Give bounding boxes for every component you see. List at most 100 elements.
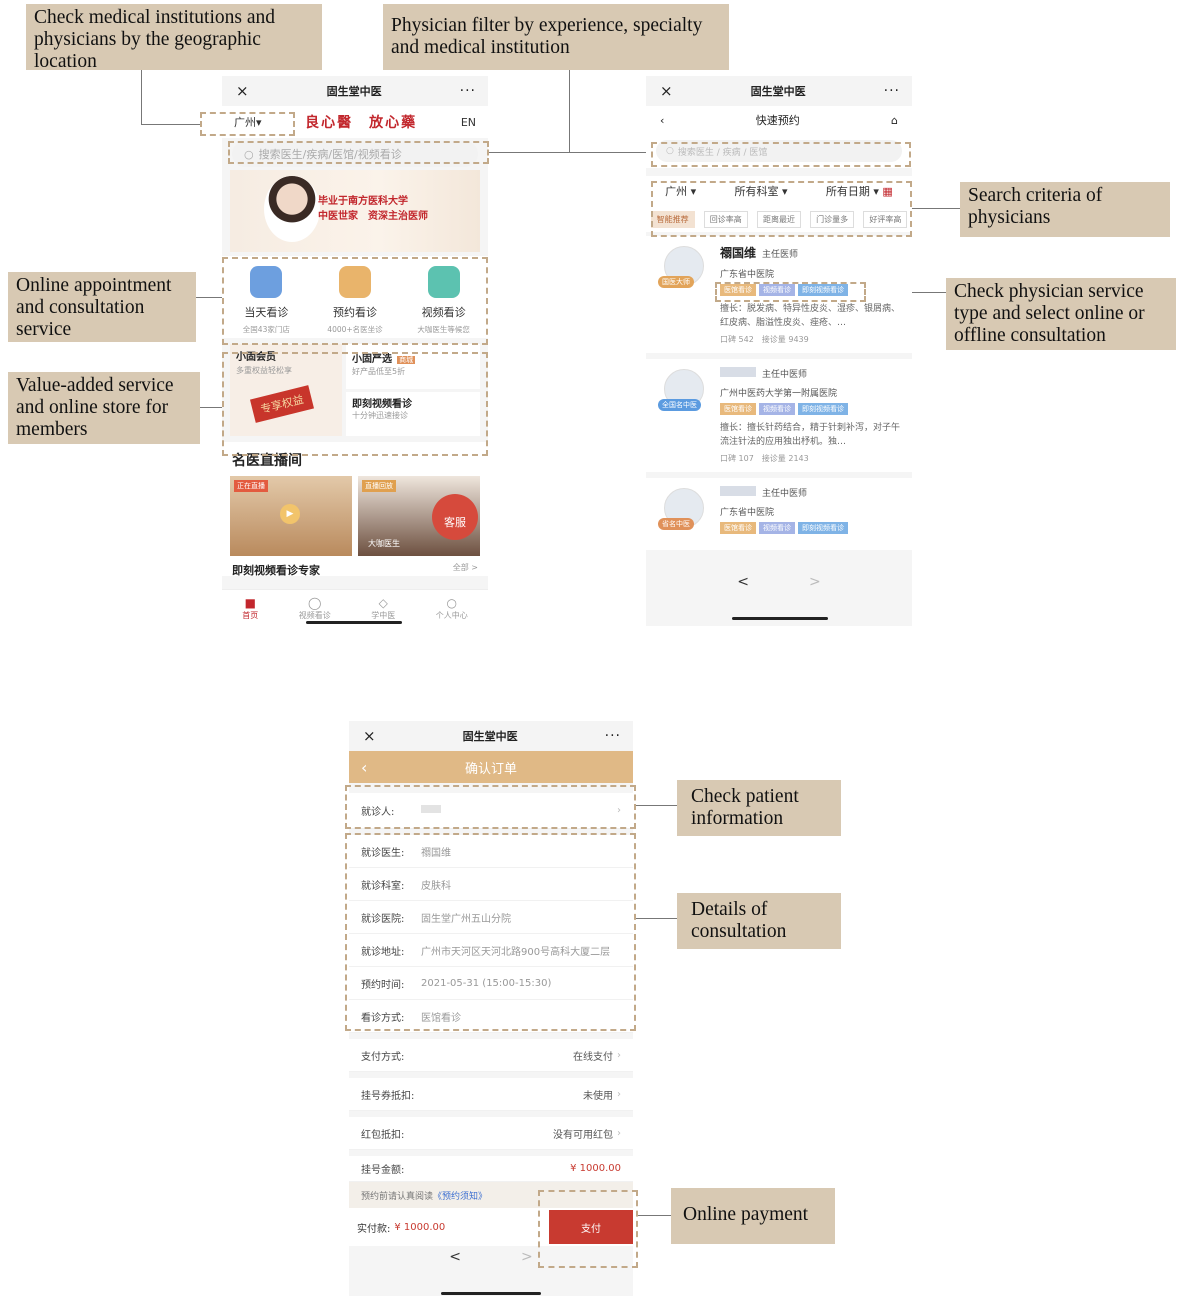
paid-value: ¥ 1000.00 <box>394 1221 446 1233</box>
prev-button[interactable]: < <box>737 574 749 590</box>
highlight-patient <box>345 785 636 829</box>
home-indicator <box>441 1292 541 1295</box>
doctor-stats: 口碑 107 接诊量 2143 <box>720 454 809 463</box>
tab-profile[interactable]: ○ 个人中心 <box>436 596 468 621</box>
redpacket-row[interactable]: 红包抵扣: 没有可用红包 › <box>349 1117 633 1150</box>
home-indicator <box>732 617 828 620</box>
doctor-badge: 国医大师 <box>658 276 694 288</box>
highlight-member <box>222 352 488 456</box>
replay-badge: 直播回放 <box>362 480 396 492</box>
more-icon[interactable]: ··· <box>605 728 621 744</box>
callout-patient: Check patient information <box>677 780 841 836</box>
doctor-specialty: 擅长：擅长针药结合，精于针刺补泻，对子午流注针法的应用独出杼机。独… <box>720 423 901 447</box>
doctor-name-redacted <box>720 486 756 496</box>
callout-value-added-text: Value-added service and online store for… <box>16 375 174 440</box>
order-header: ‹ 确认订单 <box>349 751 633 783</box>
close-icon[interactable]: × <box>236 82 249 100</box>
tab-home[interactable]: ■ 首页 <box>242 596 258 621</box>
more-icon[interactable]: ··· <box>460 83 476 99</box>
tab-video[interactable]: ◯ 视频看诊 <box>299 596 331 621</box>
connector-filter <box>569 70 570 152</box>
play-icon: ▶ <box>280 504 300 524</box>
pay-method-row[interactable]: 支付方式: 在线支付 › <box>349 1039 633 1072</box>
live-row: 正在直播 ▶ 直播回放 大咖医生 客服 <box>222 476 488 556</box>
coupon-label: 挂号券抵扣: <box>361 1090 415 1102</box>
nav-bar: ‹ 快速预约 ⌂ <box>646 106 912 134</box>
doctor-hospital: 广东省中医院 <box>720 270 775 280</box>
more-icon[interactable]: ··· <box>884 83 900 99</box>
close-icon[interactable]: × <box>363 727 376 745</box>
window-title: 固生堂中医 <box>462 730 518 743</box>
highlight-search-2 <box>651 142 911 167</box>
prev-button[interactable]: < <box>449 1249 461 1265</box>
next-button[interactable]: > <box>521 1249 533 1265</box>
tag-video[interactable]: 视频看诊 <box>759 403 795 415</box>
doctor-card[interactable]: 省名中医 主任中医师 广东省中医院 医馆看诊 视频看诊 即刻视频看诊 <box>646 478 912 550</box>
tag-instant-video[interactable]: 即刻视频看诊 <box>798 522 848 534</box>
connector-geo-h <box>141 124 201 125</box>
language-toggle[interactable]: EN <box>461 116 476 129</box>
highlight-service-tags <box>715 282 866 302</box>
service-tags: 医馆看诊 视频看诊 即刻视频看诊 <box>720 403 902 415</box>
tab-home-label: 首页 <box>242 610 259 620</box>
tag-instant-video[interactable]: 即刻视频看诊 <box>798 403 848 415</box>
notice-link[interactable]: 《预约须知》 <box>433 1189 487 1202</box>
callout-value-added: Value-added service and online store for… <box>8 372 200 444</box>
callout-details-text: Details of consultation <box>691 899 787 942</box>
doctor-card[interactable]: 全国名中医 主任中医师 广州中医药大学第一附属医院 医馆看诊 视频看诊 即刻视频看诊… <box>646 359 912 472</box>
highlight-services <box>222 257 488 345</box>
connector-payment <box>638 1215 671 1216</box>
promo-banner[interactable]: 毕业于南方医科大学 中医世家 资深主治医师 <box>230 170 480 252</box>
redpacket-label: 红包抵扣: <box>361 1129 405 1141</box>
back-icon[interactable]: ‹ <box>361 758 367 777</box>
connector-search-criteria <box>912 208 960 209</box>
connector-appointment <box>196 297 222 298</box>
see-all-link[interactable]: 全部 > <box>453 562 478 576</box>
tab-learn[interactable]: ◇ 学中医 <box>371 596 395 621</box>
callout-geo: Check medical institutions and physician… <box>26 4 322 72</box>
chevron-right-icon: › <box>617 1127 621 1139</box>
pay-method-label: 支付方式: <box>361 1051 405 1063</box>
tab-video-label: 视频看诊 <box>298 610 331 620</box>
tab-learn-label: 学中医 <box>371 610 396 620</box>
chevron-right-icon: › <box>617 1049 621 1061</box>
title-bar: × 固生堂中医 ··· <box>349 721 633 751</box>
doctor-badge: 全国名中医 <box>658 399 701 411</box>
doctor-title: 主任中医师 <box>762 370 808 380</box>
customer-service-button[interactable]: 客服 <box>432 494 478 540</box>
live-card-2[interactable]: 直播回放 大咖医生 客服 <box>358 476 480 556</box>
tag-video[interactable]: 视频看诊 <box>759 522 795 534</box>
close-icon[interactable]: × <box>660 82 673 100</box>
doctor-photo <box>264 176 320 242</box>
window-title: 固生堂中医 <box>750 85 806 98</box>
live-card-1[interactable]: 正在直播 ▶ <box>230 476 352 556</box>
coupon-row[interactable]: 挂号券抵扣: 未使用 › <box>349 1078 633 1111</box>
brand-slogan: 良心醫 放心藥 <box>305 115 418 131</box>
tab-profile-label: 个人中心 <box>435 610 468 620</box>
doctor-badge: 省名中医 <box>658 518 694 530</box>
coupon-value: 未使用 <box>583 1090 613 1102</box>
callout-search-criteria-text: Search criteria of physicians <box>968 185 1103 228</box>
live-card-2-caption: 大咖医生 <box>368 539 400 548</box>
doctor-title: 主任中医师 <box>762 489 808 499</box>
next-button[interactable]: > <box>809 574 821 590</box>
redpacket-value: 没有可用红包 <box>553 1129 613 1141</box>
back-icon[interactable]: ‹ <box>660 114 664 127</box>
tag-clinic[interactable]: 医馆看诊 <box>720 403 756 415</box>
tag-clinic[interactable]: 医馆看诊 <box>720 522 756 534</box>
callout-service-type: Check physician service type and select … <box>946 278 1176 350</box>
doctor-hospital: 广东省中医院 <box>720 508 775 518</box>
layers-icon: ◇ <box>378 595 388 610</box>
highlight-filters <box>651 181 912 237</box>
home-icon: ■ <box>244 595 256 610</box>
callout-appointment-text: Online appointment and consultation serv… <box>16 275 172 340</box>
title-bar: × 固生堂中医 ··· <box>646 76 912 106</box>
callout-filter-text: Physician filter by experience, specialt… <box>391 15 703 58</box>
home-icon[interactable]: ⌂ <box>891 114 898 127</box>
banner-line-1: 毕业于南方医科大学 <box>318 196 408 207</box>
highlight-details <box>345 833 636 1031</box>
callout-payment: Online payment <box>671 1188 835 1244</box>
highlight-city <box>200 112 295 136</box>
callout-filter: Physician filter by experience, specialt… <box>383 4 729 70</box>
doctor-specialty: 擅长：脱发病、特异性皮炎、湿疹、银屑病、红皮病、脂溢性皮炎、痤疮、… <box>720 304 901 328</box>
